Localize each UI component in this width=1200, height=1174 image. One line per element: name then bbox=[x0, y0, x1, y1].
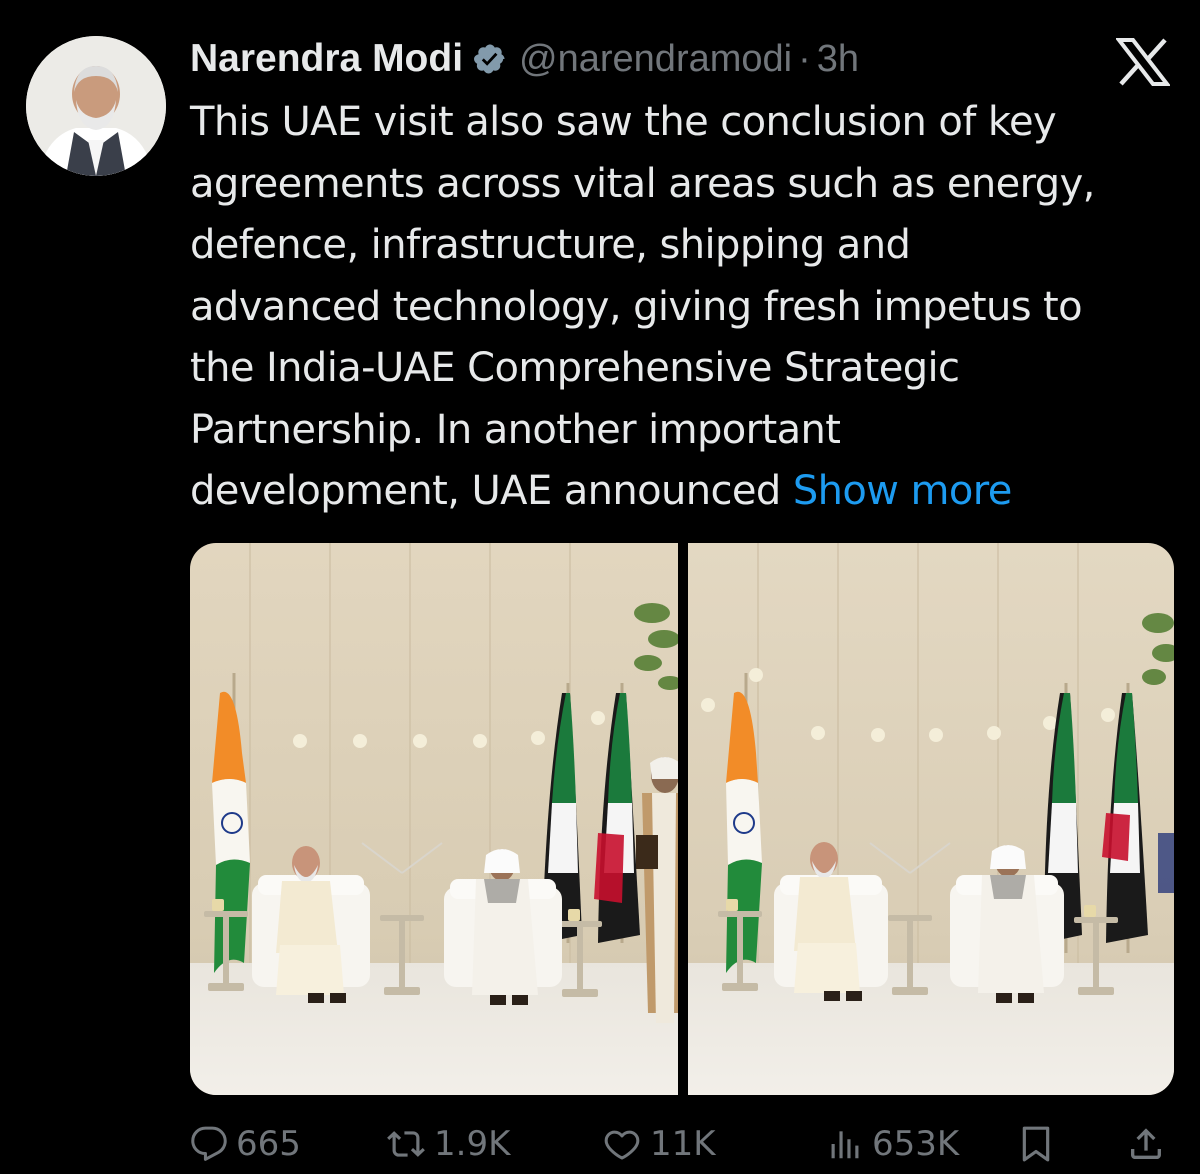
separator-dot: · bbox=[798, 37, 811, 80]
media-grid bbox=[190, 543, 1174, 1095]
reply-count: 665 bbox=[236, 1124, 301, 1164]
media-photo-1[interactable] bbox=[190, 543, 682, 1095]
views-icon bbox=[826, 1125, 864, 1163]
like-count: 11K bbox=[650, 1124, 716, 1164]
tweet-text-line: the India-UAE Comprehensive Strategic bbox=[190, 345, 960, 391]
tweet-text-line-last: development, UAE announced Show more bbox=[190, 461, 1180, 523]
like-button[interactable]: 11K bbox=[602, 1118, 716, 1170]
post-time[interactable]: 3h bbox=[817, 38, 859, 81]
repost-button[interactable]: 1.9K bbox=[386, 1118, 510, 1170]
heart-icon bbox=[602, 1125, 642, 1163]
bookmark-icon bbox=[1016, 1124, 1056, 1164]
author-handle[interactable]: @narendramodi bbox=[519, 38, 792, 81]
views-count: 653K bbox=[872, 1124, 960, 1164]
reply-icon bbox=[190, 1125, 228, 1163]
share-button[interactable] bbox=[1126, 1118, 1166, 1170]
repost-icon bbox=[386, 1125, 426, 1163]
bookmark-button[interactable] bbox=[1016, 1118, 1056, 1170]
avatar[interactable] bbox=[26, 36, 166, 176]
author-name[interactable]: Narendra Modi bbox=[190, 37, 463, 81]
action-bar: 665 1.9K 11K 653K bbox=[190, 1118, 1170, 1170]
views-button[interactable]: 653K bbox=[826, 1118, 959, 1170]
tweet-text-line: Partnership. In another important bbox=[190, 406, 841, 453]
show-more-link[interactable]: Show more bbox=[793, 468, 1012, 514]
avatar-image bbox=[26, 36, 166, 176]
tweet-text: This UAE visit also saw the conclusion o… bbox=[190, 92, 1180, 523]
verified-badge-icon bbox=[473, 42, 507, 76]
tweet-text-line-content: development, UAE announced bbox=[190, 468, 781, 514]
repost-count: 1.9K bbox=[434, 1124, 511, 1164]
share-icon bbox=[1126, 1124, 1166, 1164]
reply-button[interactable]: 665 bbox=[190, 1118, 301, 1170]
tweet-text-line: advanced technology, giving fresh impetu… bbox=[190, 283, 1083, 330]
tweet-header: Narendra Modi @narendramodi · 3h bbox=[190, 36, 859, 82]
tweet-text-line: defence, infrastructure, shipping and bbox=[190, 222, 911, 268]
media-photo-2[interactable] bbox=[688, 543, 1174, 1095]
x-logo-icon bbox=[1114, 38, 1172, 86]
tweet-text-line: agreements across vital areas such as en… bbox=[190, 160, 1095, 207]
tweet-text-line: This UAE visit also saw the conclusion o… bbox=[190, 99, 1057, 145]
